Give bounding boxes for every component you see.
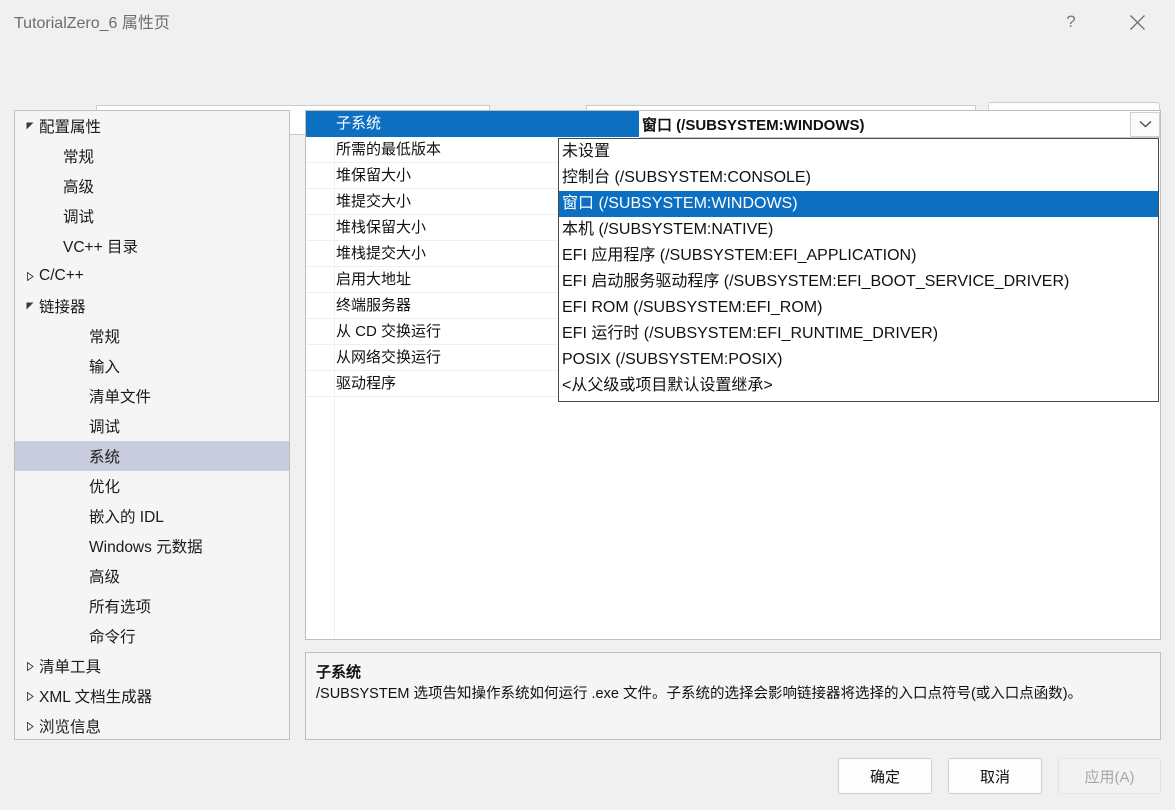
ok-button[interactable]: 确定 <box>838 758 932 794</box>
subsystem-value-text: 窗口 (/SUBSYSTEM:WINDOWS) <box>642 116 865 134</box>
triangle-right-icon[interactable] <box>21 661 39 671</box>
property-name: 堆栈提交大小 <box>336 245 427 262</box>
tree-item-9[interactable]: 清单文件 <box>15 381 289 411</box>
tree-item-label: VC++ 目录 <box>63 239 138 256</box>
dropdown-option[interactable]: 窗口 (/SUBSYSTEM:WINDOWS) <box>559 191 1158 217</box>
tree-item-1[interactable]: 常规 <box>15 141 289 171</box>
window-title: TutorialZero_6 属性页 <box>14 15 170 32</box>
tree-item-0[interactable]: 配置属性 <box>15 111 289 141</box>
dropdown-option[interactable]: EFI 启动服务驱动程序 (/SUBSYSTEM:EFI_BOOT_SERVIC… <box>559 269 1158 295</box>
tree-item-label: 嵌入的 IDL <box>89 509 164 526</box>
tree-item-19[interactable]: XML 文档生成器 <box>15 681 289 711</box>
dropdown-option[interactable]: EFI ROM (/SUBSYSTEM:EFI_ROM) <box>559 295 1158 321</box>
tree-item-label: 配置属性 <box>39 119 102 136</box>
tree-item-label: 命令行 <box>89 629 136 646</box>
dropdown-option[interactable]: 本机 (/SUBSYSTEM:NATIVE) <box>559 217 1158 243</box>
help-icon[interactable]: ? <box>1048 0 1094 44</box>
property-name: 堆栈保留大小 <box>336 219 427 236</box>
dropdown-option[interactable]: <从父级或项目默认设置继承> <box>559 373 1158 399</box>
description-title: 子系统 <box>316 664 362 681</box>
property-name: 从网络交换运行 <box>336 349 442 366</box>
tree-item-label: 输入 <box>89 359 121 376</box>
tree-item-label: 清单文件 <box>89 389 152 406</box>
tree-item-label: 高级 <box>63 179 95 196</box>
tree-item-4[interactable]: VC++ 目录 <box>15 231 289 261</box>
tree-item-label: Windows 元数据 <box>89 539 203 556</box>
tree-item-14[interactable]: Windows 元数据 <box>15 531 289 561</box>
tree-item-label: 浏览信息 <box>39 719 102 736</box>
tree-item-label: 高级 <box>89 569 121 586</box>
dropdown-option[interactable]: EFI 运行时 (/SUBSYSTEM:EFI_RUNTIME_DRIVER) <box>559 321 1158 347</box>
configuration-bar: 配置(C): 活动(Release) 平台(P): x64 配置管理器(O)..… <box>0 44 1175 137</box>
title-bar: TutorialZero_6 属性页 ? <box>0 0 1175 44</box>
dropdown-option[interactable]: 未设置 <box>559 139 1158 165</box>
configuration-tree[interactable]: 配置属性 常规 高级 调试 VC++ 目录 C/C++ 链接器 常规 输入 清单文件 调试 系统 优化嵌… <box>14 110 290 740</box>
tree-item-10[interactable]: 调试 <box>15 411 289 441</box>
tree-item-5[interactable]: C/C++ <box>15 261 289 291</box>
dropdown-option[interactable]: 控制台 (/SUBSYSTEM:CONSOLE) <box>559 165 1158 191</box>
property-name: 终端服务器 <box>336 297 412 314</box>
property-name: 堆保留大小 <box>336 167 412 184</box>
dropdown-option[interactable]: EFI 应用程序 (/SUBSYSTEM:EFI_APPLICATION) <box>559 243 1158 269</box>
triangle-right-icon[interactable] <box>21 721 39 731</box>
close-icon[interactable] <box>1109 0 1165 44</box>
tree-item-label: 链接器 <box>39 299 86 316</box>
tree-item-16[interactable]: 所有选项 <box>15 591 289 621</box>
tree-item-2[interactable]: 高级 <box>15 171 289 201</box>
tree-item-20[interactable]: 浏览信息 <box>15 711 289 739</box>
property-name: 所需的最低版本 <box>336 141 442 158</box>
dropdown-option[interactable]: POSIX (/SUBSYSTEM:POSIX) <box>559 347 1158 373</box>
triangle-right-icon[interactable] <box>21 271 39 281</box>
tree-item-label: 调试 <box>63 209 95 226</box>
triangle-down-icon[interactable] <box>21 122 39 131</box>
tree-item-12[interactable]: 优化 <box>15 471 289 501</box>
tree-item-label: 调试 <box>89 419 121 436</box>
property-name: 堆提交大小 <box>336 193 412 210</box>
tree-item-13[interactable]: 嵌入的 IDL <box>15 501 289 531</box>
tree-item-6[interactable]: 链接器 <box>15 291 289 321</box>
property-name: 启用大地址 <box>336 271 412 288</box>
description-body: /SUBSYSTEM 选项告知操作系统如何运行 .exe 文件。子系统的选择会影… <box>316 686 1083 702</box>
tree-item-label: C/C++ <box>39 267 84 284</box>
description-panel: 子系统 /SUBSYSTEM 选项告知操作系统如何运行 .exe 文件。子系统的… <box>305 652 1161 740</box>
tree-item-label: 所有选项 <box>89 599 152 616</box>
tree-item-18[interactable]: 清单工具 <box>15 651 289 681</box>
tree-item-label: 清单工具 <box>39 659 102 676</box>
tree-item-15[interactable]: 高级 <box>15 561 289 591</box>
property-name: 从 CD 交换运行 <box>336 323 442 340</box>
triangle-right-icon[interactable] <box>21 691 39 701</box>
tree-item-7[interactable]: 常规 <box>15 321 289 351</box>
tree-item-label: 常规 <box>89 329 121 346</box>
apply-button: 应用(A) <box>1058 758 1161 794</box>
subsystem-value-combobox[interactable]: 窗口 (/SUBSYSTEM:WINDOWS) <box>639 111 1160 138</box>
property-name: 子系统 <box>336 115 382 132</box>
tree-item-3[interactable]: 调试 <box>15 201 289 231</box>
chevron-down-icon[interactable] <box>1130 111 1160 137</box>
tree-item-11[interactable]: 系统 <box>15 441 289 471</box>
triangle-down-icon[interactable] <box>21 302 39 311</box>
tree-item-label: 常规 <box>63 149 95 166</box>
subsystem-dropdown-list[interactable]: 未设置 控制台 (/SUBSYSTEM:CONSOLE) 窗口 (/SUBSYSTE… <box>558 138 1159 402</box>
tree-item-8[interactable]: 输入 <box>15 351 289 381</box>
tree-item-17[interactable]: 命令行 <box>15 621 289 651</box>
tree-item-label: 系统 <box>89 449 121 466</box>
tree-item-label: XML 文档生成器 <box>39 689 153 706</box>
cancel-button[interactable]: 取消 <box>948 758 1042 794</box>
property-name: 驱动程序 <box>336 375 397 392</box>
tree-item-label: 优化 <box>89 479 121 496</box>
property-row[interactable]: 子系统 <box>306 111 639 137</box>
